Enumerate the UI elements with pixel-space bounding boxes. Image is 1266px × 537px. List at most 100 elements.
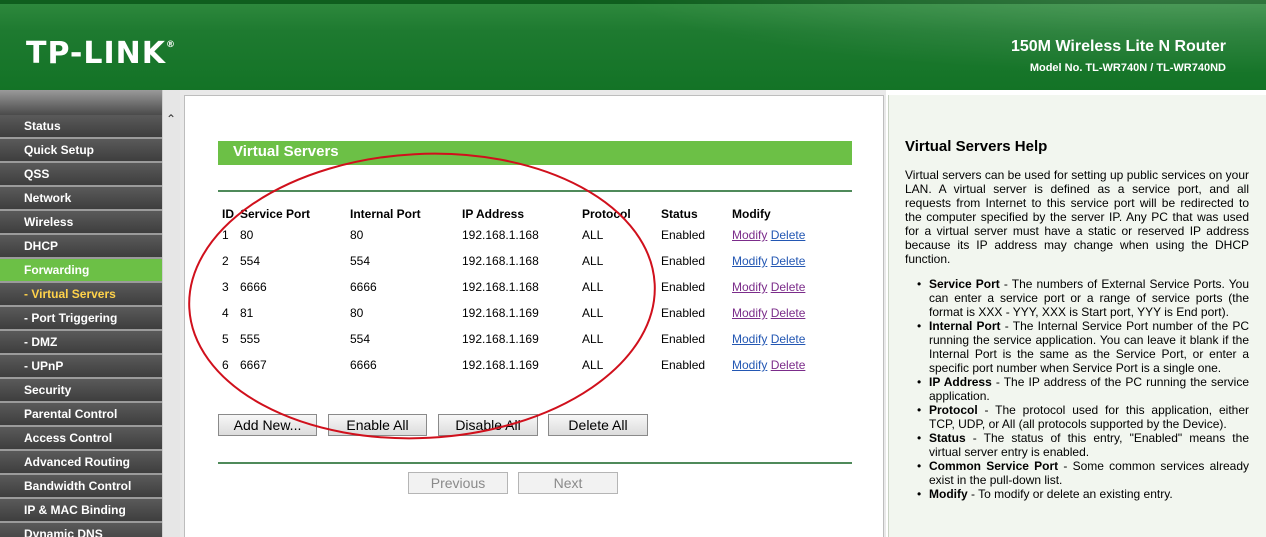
help-item: Protocol - The protocol used for this ap… xyxy=(917,403,1249,431)
table-row: 2 554 554 192.168.1.168 ALL Enabled Modi… xyxy=(218,248,842,274)
cell-ip-address: 192.168.1.169 xyxy=(462,306,539,320)
sidebar-item-dmz[interactable]: - DMZ xyxy=(0,331,162,355)
delete-link[interactable]: Delete xyxy=(771,306,806,320)
header-banner: TP-LINK® 150M Wireless Lite N Router Mod… xyxy=(0,0,1266,90)
sidebar-menu: Status Quick Setup QSS Network Wireless … xyxy=(0,115,162,537)
delete-all-button[interactable]: Delete All xyxy=(548,414,648,436)
cell-status: Enabled xyxy=(661,332,706,346)
modify-link[interactable]: Modify xyxy=(732,306,767,320)
disable-all-button[interactable]: Disable All xyxy=(438,414,538,436)
cell-internal-port: 6666 xyxy=(350,358,377,372)
table-row: 6 6667 6666 192.168.1.169 ALL Enabled Mo… xyxy=(218,352,842,378)
cell-internal-port: 554 xyxy=(350,254,371,268)
modify-link[interactable]: Modify xyxy=(732,358,767,372)
modify-link[interactable]: Modify xyxy=(732,332,767,346)
help-item: Common Service Port - Some common servic… xyxy=(917,459,1249,487)
cell-service-port: 554 xyxy=(240,254,261,268)
table-header-row: ID Service Port Internal Port IP Address… xyxy=(218,206,842,222)
cell-status: Enabled xyxy=(661,358,706,372)
sidebar-scrollbar[interactable]: ⌃ xyxy=(162,90,180,537)
sidebar-item-upnp[interactable]: - UPnP xyxy=(0,355,162,379)
cell-ip-address: 192.168.1.168 xyxy=(462,254,539,268)
help-list: Service Port - The numbers of External S… xyxy=(917,277,1249,501)
sidebar-item-virtual-servers[interactable]: - Virtual Servers xyxy=(0,283,162,307)
sidebar-item-access-control[interactable]: Access Control xyxy=(0,427,162,451)
sidebar-item-bandwidth-control[interactable]: Bandwidth Control xyxy=(0,475,162,499)
delete-link[interactable]: Delete xyxy=(771,358,806,372)
sidebar-item-qss[interactable]: QSS xyxy=(0,163,162,187)
help-item: Status - The status of this entry, "Enab… xyxy=(917,431,1249,459)
cell-status: Enabled xyxy=(661,306,706,320)
sidebar-item-dhcp[interactable]: DHCP xyxy=(0,235,162,259)
modify-link[interactable]: Modify xyxy=(732,280,767,294)
sidebar-item-ip-mac-binding[interactable]: IP & MAC Binding xyxy=(0,499,162,523)
sidebar-item-wireless[interactable]: Wireless xyxy=(0,211,162,235)
cell-ip-address: 192.168.1.168 xyxy=(462,280,539,294)
previous-button[interactable]: Previous xyxy=(408,472,508,494)
delete-link[interactable]: Delete xyxy=(771,280,806,294)
cell-protocol: ALL xyxy=(582,280,604,294)
cell-status: Enabled xyxy=(661,228,706,242)
sidebar-item-forwarding[interactable]: Forwarding xyxy=(0,259,162,283)
table-row: 1 80 80 192.168.1.168 ALL Enabled Modify… xyxy=(218,222,842,248)
sidebar-top-gap xyxy=(0,90,162,115)
divider-bottom xyxy=(218,462,852,464)
cell-modify: Modify Delete xyxy=(732,274,842,300)
help-title: Virtual Servers Help xyxy=(905,138,1048,155)
enable-all-button[interactable]: Enable All xyxy=(328,414,427,436)
help-item: Modify - To modify or delete an existing… xyxy=(917,487,1249,501)
cell-protocol: ALL xyxy=(582,332,604,346)
help-item: Internal Port - The Internal Service Por… xyxy=(917,319,1249,375)
tp-link-logo: TP-LINK® xyxy=(26,36,177,71)
modify-link[interactable]: Modify xyxy=(732,228,767,242)
cell-modify: Modify Delete xyxy=(732,300,842,326)
sidebar-item-security[interactable]: Security xyxy=(0,379,162,403)
delete-link[interactable]: Delete xyxy=(771,332,806,346)
main-content: Virtual Servers ID Service Port Internal… xyxy=(184,95,884,537)
cell-ip-address: 192.168.1.169 xyxy=(462,332,539,346)
cell-id: 6 xyxy=(222,358,229,372)
cell-protocol: ALL xyxy=(582,254,604,268)
cell-internal-port: 6666 xyxy=(350,280,377,294)
cell-modify: Modify Delete xyxy=(732,248,842,274)
sidebar-item-network[interactable]: Network xyxy=(0,187,162,211)
table-row: 5 555 554 192.168.1.169 ALL Enabled Modi… xyxy=(218,326,842,352)
sidebar-item-parental-control[interactable]: Parental Control xyxy=(0,403,162,427)
cell-internal-port: 80 xyxy=(350,306,364,320)
cell-protocol: ALL xyxy=(582,358,604,372)
product-name: 150M Wireless Lite N Router xyxy=(1010,38,1226,55)
cell-internal-port: 80 xyxy=(350,228,364,242)
table-row: 3 6666 6666 192.168.1.168 ALL Enabled Mo… xyxy=(218,274,842,300)
cell-service-port: 555 xyxy=(240,332,261,346)
sidebar-item-quick-setup[interactable]: Quick Setup xyxy=(0,139,162,163)
col-header-protocol: Protocol xyxy=(582,207,631,221)
col-header-service-port: Service Port xyxy=(240,207,311,221)
modify-link[interactable]: Modify xyxy=(732,254,767,268)
cell-modify: Modify Delete xyxy=(732,326,842,352)
cell-status: Enabled xyxy=(661,280,706,294)
sidebar: Status Quick Setup QSS Network Wireless … xyxy=(0,90,180,537)
delete-link[interactable]: Delete xyxy=(771,228,806,242)
cell-service-port: 81 xyxy=(240,306,254,320)
scroll-up-icon[interactable]: ⌃ xyxy=(166,112,176,126)
cell-id: 2 xyxy=(222,254,229,268)
add-new-button[interactable]: Add New... xyxy=(218,414,317,436)
col-header-ip-address: IP Address xyxy=(462,207,525,221)
cell-protocol: ALL xyxy=(582,306,604,320)
next-button[interactable]: Next xyxy=(518,472,618,494)
cell-id: 4 xyxy=(222,306,229,320)
delete-link[interactable]: Delete xyxy=(771,254,806,268)
sidebar-item-status[interactable]: Status xyxy=(0,115,162,139)
model-number: Model No. TL-WR740N / TL-WR740ND xyxy=(1029,62,1226,74)
cell-ip-address: 192.168.1.168 xyxy=(462,228,539,242)
cell-modify: Modify Delete xyxy=(732,222,842,248)
help-intro: Virtual servers can be used for setting … xyxy=(905,168,1249,266)
sidebar-item-dynamic-dns[interactable]: Dynamic DNS xyxy=(0,523,162,537)
cell-service-port: 80 xyxy=(240,228,254,242)
help-panel: Virtual Servers Help Virtual servers can… xyxy=(888,95,1266,537)
virtual-servers-table: ID Service Port Internal Port IP Address… xyxy=(218,206,842,378)
sidebar-item-advanced-routing[interactable]: Advanced Routing xyxy=(0,451,162,475)
sidebar-item-port-triggering[interactable]: - Port Triggering xyxy=(0,307,162,331)
cell-id: 5 xyxy=(222,332,229,346)
divider-top xyxy=(218,190,852,192)
